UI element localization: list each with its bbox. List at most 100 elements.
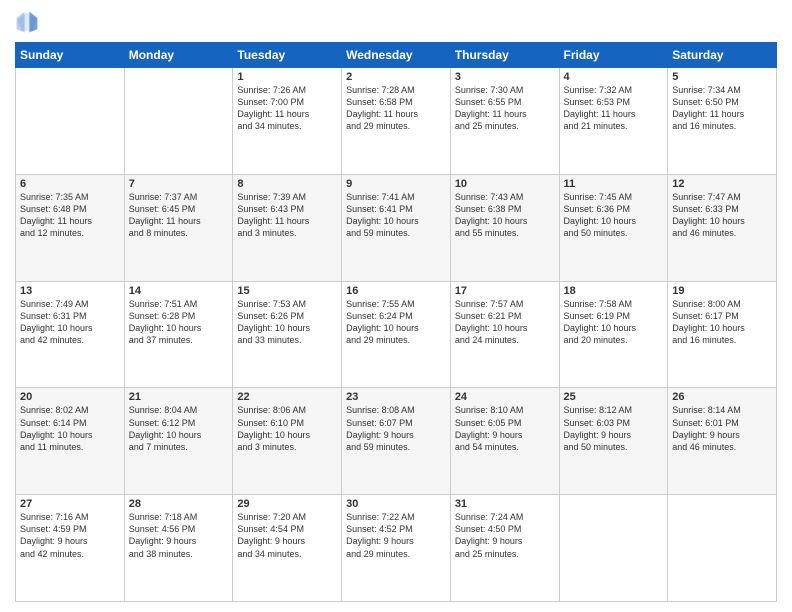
day-number: 19 — [672, 285, 772, 297]
day-info: Sunrise: 7:20 AM Sunset: 4:54 PM Dayligh… — [237, 511, 337, 560]
day-info: Sunrise: 7:49 AM Sunset: 6:31 PM Dayligh… — [20, 298, 120, 347]
calendar-cell: 5Sunrise: 7:34 AM Sunset: 6:50 PM Daylig… — [668, 68, 777, 175]
day-number: 16 — [346, 285, 446, 297]
calendar-cell: 28Sunrise: 7:18 AM Sunset: 4:56 PM Dayli… — [124, 495, 233, 602]
calendar-week-1: 1Sunrise: 7:26 AM Sunset: 7:00 PM Daylig… — [16, 68, 777, 175]
calendar-cell: 12Sunrise: 7:47 AM Sunset: 6:33 PM Dayli… — [668, 174, 777, 281]
day-number: 7 — [129, 178, 229, 190]
day-number: 4 — [564, 71, 664, 83]
day-number: 20 — [20, 391, 120, 403]
day-info: Sunrise: 7:39 AM Sunset: 6:43 PM Dayligh… — [237, 191, 337, 240]
day-info: Sunrise: 7:41 AM Sunset: 6:41 PM Dayligh… — [346, 191, 446, 240]
day-number: 18 — [564, 285, 664, 297]
calendar-cell: 18Sunrise: 7:58 AM Sunset: 6:19 PM Dayli… — [559, 281, 668, 388]
day-info: Sunrise: 7:34 AM Sunset: 6:50 PM Dayligh… — [672, 84, 772, 133]
calendar-cell: 24Sunrise: 8:10 AM Sunset: 6:05 PM Dayli… — [450, 388, 559, 495]
calendar-cell: 9Sunrise: 7:41 AM Sunset: 6:41 PM Daylig… — [342, 174, 451, 281]
calendar-cell — [124, 68, 233, 175]
day-number: 22 — [237, 391, 337, 403]
day-header-tuesday: Tuesday — [233, 43, 342, 68]
calendar-cell: 15Sunrise: 7:53 AM Sunset: 6:26 PM Dayli… — [233, 281, 342, 388]
day-number: 2 — [346, 71, 446, 83]
calendar-cell: 21Sunrise: 8:04 AM Sunset: 6:12 PM Dayli… — [124, 388, 233, 495]
day-info: Sunrise: 7:35 AM Sunset: 6:48 PM Dayligh… — [20, 191, 120, 240]
day-info: Sunrise: 7:57 AM Sunset: 6:21 PM Dayligh… — [455, 298, 555, 347]
calendar-cell — [16, 68, 125, 175]
calendar-cell: 2Sunrise: 7:28 AM Sunset: 6:58 PM Daylig… — [342, 68, 451, 175]
day-number: 5 — [672, 71, 772, 83]
day-info: Sunrise: 7:26 AM Sunset: 7:00 PM Dayligh… — [237, 84, 337, 133]
calendar-cell: 11Sunrise: 7:45 AM Sunset: 6:36 PM Dayli… — [559, 174, 668, 281]
calendar-week-4: 20Sunrise: 8:02 AM Sunset: 6:14 PM Dayli… — [16, 388, 777, 495]
day-info: Sunrise: 7:30 AM Sunset: 6:55 PM Dayligh… — [455, 84, 555, 133]
day-number: 29 — [237, 498, 337, 510]
page-header — [15, 10, 777, 34]
day-info: Sunrise: 7:22 AM Sunset: 4:52 PM Dayligh… — [346, 511, 446, 560]
logo — [15, 10, 43, 34]
day-number: 26 — [672, 391, 772, 403]
day-number: 8 — [237, 178, 337, 190]
day-header-saturday: Saturday — [668, 43, 777, 68]
day-info: Sunrise: 7:32 AM Sunset: 6:53 PM Dayligh… — [564, 84, 664, 133]
calendar-cell — [668, 495, 777, 602]
calendar-cell: 13Sunrise: 7:49 AM Sunset: 6:31 PM Dayli… — [16, 281, 125, 388]
calendar-cell: 17Sunrise: 7:57 AM Sunset: 6:21 PM Dayli… — [450, 281, 559, 388]
calendar-cell: 26Sunrise: 8:14 AM Sunset: 6:01 PM Dayli… — [668, 388, 777, 495]
day-info: Sunrise: 8:04 AM Sunset: 6:12 PM Dayligh… — [129, 404, 229, 453]
calendar-table: SundayMondayTuesdayWednesdayThursdayFrid… — [15, 42, 777, 602]
day-number: 15 — [237, 285, 337, 297]
day-info: Sunrise: 8:02 AM Sunset: 6:14 PM Dayligh… — [20, 404, 120, 453]
day-info: Sunrise: 7:53 AM Sunset: 6:26 PM Dayligh… — [237, 298, 337, 347]
day-header-thursday: Thursday — [450, 43, 559, 68]
calendar-cell: 6Sunrise: 7:35 AM Sunset: 6:48 PM Daylig… — [16, 174, 125, 281]
day-info: Sunrise: 7:55 AM Sunset: 6:24 PM Dayligh… — [346, 298, 446, 347]
calendar-cell: 29Sunrise: 7:20 AM Sunset: 4:54 PM Dayli… — [233, 495, 342, 602]
calendar-cell: 7Sunrise: 7:37 AM Sunset: 6:45 PM Daylig… — [124, 174, 233, 281]
day-number: 23 — [346, 391, 446, 403]
calendar-cell: 20Sunrise: 8:02 AM Sunset: 6:14 PM Dayli… — [16, 388, 125, 495]
day-number: 3 — [455, 71, 555, 83]
day-info: Sunrise: 7:58 AM Sunset: 6:19 PM Dayligh… — [564, 298, 664, 347]
logo-icon — [15, 10, 39, 34]
day-info: Sunrise: 8:10 AM Sunset: 6:05 PM Dayligh… — [455, 404, 555, 453]
day-number: 28 — [129, 498, 229, 510]
day-header-friday: Friday — [559, 43, 668, 68]
day-info: Sunrise: 8:08 AM Sunset: 6:07 PM Dayligh… — [346, 404, 446, 453]
day-number: 12 — [672, 178, 772, 190]
day-number: 30 — [346, 498, 446, 510]
day-number: 31 — [455, 498, 555, 510]
day-number: 14 — [129, 285, 229, 297]
day-info: Sunrise: 7:24 AM Sunset: 4:50 PM Dayligh… — [455, 511, 555, 560]
day-info: Sunrise: 7:37 AM Sunset: 6:45 PM Dayligh… — [129, 191, 229, 240]
calendar-cell: 31Sunrise: 7:24 AM Sunset: 4:50 PM Dayli… — [450, 495, 559, 602]
day-info: Sunrise: 8:12 AM Sunset: 6:03 PM Dayligh… — [564, 404, 664, 453]
day-info: Sunrise: 8:06 AM Sunset: 6:10 PM Dayligh… — [237, 404, 337, 453]
calendar-week-2: 6Sunrise: 7:35 AM Sunset: 6:48 PM Daylig… — [16, 174, 777, 281]
day-number: 27 — [20, 498, 120, 510]
day-number: 21 — [129, 391, 229, 403]
calendar-cell — [559, 495, 668, 602]
day-info: Sunrise: 7:16 AM Sunset: 4:59 PM Dayligh… — [20, 511, 120, 560]
day-number: 17 — [455, 285, 555, 297]
day-info: Sunrise: 7:51 AM Sunset: 6:28 PM Dayligh… — [129, 298, 229, 347]
calendar-week-3: 13Sunrise: 7:49 AM Sunset: 6:31 PM Dayli… — [16, 281, 777, 388]
calendar-cell: 8Sunrise: 7:39 AM Sunset: 6:43 PM Daylig… — [233, 174, 342, 281]
calendar-cell: 16Sunrise: 7:55 AM Sunset: 6:24 PM Dayli… — [342, 281, 451, 388]
day-number: 25 — [564, 391, 664, 403]
day-info: Sunrise: 8:14 AM Sunset: 6:01 PM Dayligh… — [672, 404, 772, 453]
calendar-cell: 23Sunrise: 8:08 AM Sunset: 6:07 PM Dayli… — [342, 388, 451, 495]
day-number: 6 — [20, 178, 120, 190]
day-info: Sunrise: 8:00 AM Sunset: 6:17 PM Dayligh… — [672, 298, 772, 347]
day-info: Sunrise: 7:47 AM Sunset: 6:33 PM Dayligh… — [672, 191, 772, 240]
day-info: Sunrise: 7:43 AM Sunset: 6:38 PM Dayligh… — [455, 191, 555, 240]
calendar-header-row: SundayMondayTuesdayWednesdayThursdayFrid… — [16, 43, 777, 68]
day-number: 1 — [237, 71, 337, 83]
calendar-cell: 30Sunrise: 7:22 AM Sunset: 4:52 PM Dayli… — [342, 495, 451, 602]
calendar-cell: 19Sunrise: 8:00 AM Sunset: 6:17 PM Dayli… — [668, 281, 777, 388]
calendar-cell: 1Sunrise: 7:26 AM Sunset: 7:00 PM Daylig… — [233, 68, 342, 175]
day-number: 24 — [455, 391, 555, 403]
day-info: Sunrise: 7:45 AM Sunset: 6:36 PM Dayligh… — [564, 191, 664, 240]
calendar-cell: 4Sunrise: 7:32 AM Sunset: 6:53 PM Daylig… — [559, 68, 668, 175]
calendar-cell: 25Sunrise: 8:12 AM Sunset: 6:03 PM Dayli… — [559, 388, 668, 495]
day-header-monday: Monday — [124, 43, 233, 68]
